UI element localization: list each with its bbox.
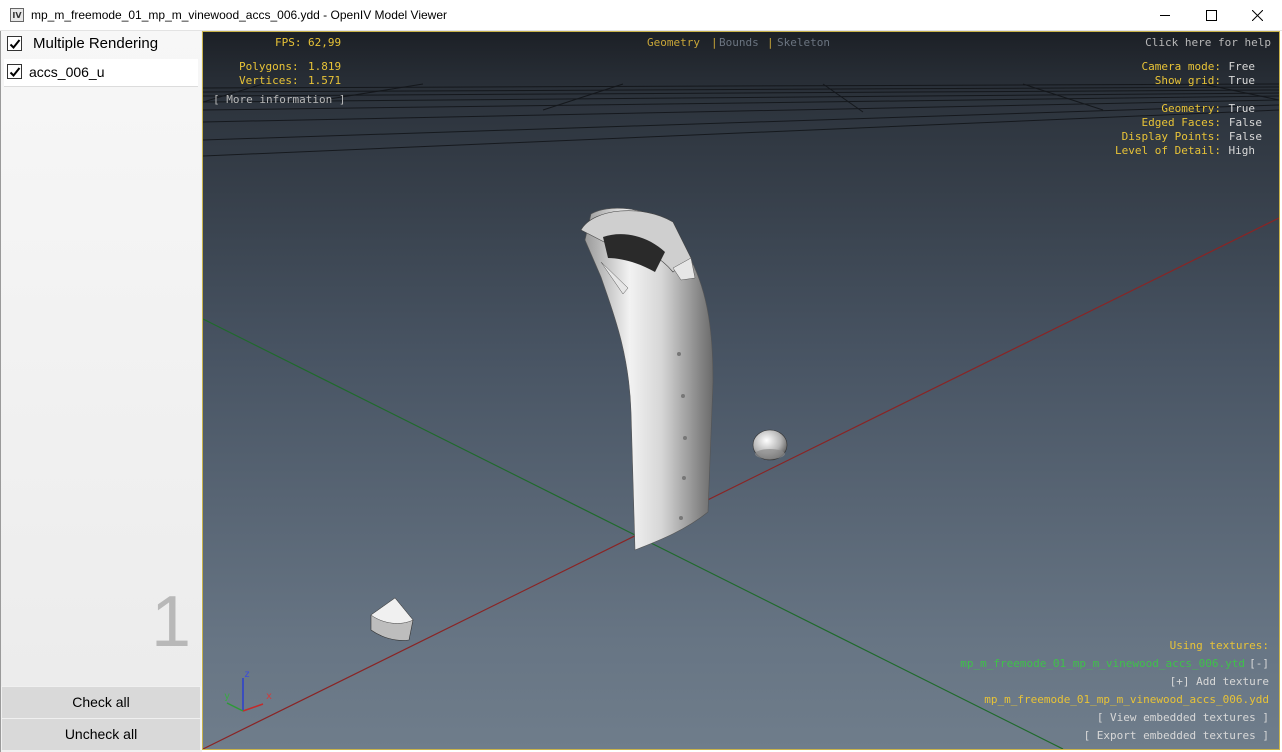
tab-separator: |	[711, 36, 718, 49]
checkmark-icon	[9, 67, 21, 77]
texture-ydd-link[interactable]: mp_m_freemode_01_mp_m_vinewood_accs_006.…	[984, 693, 1269, 706]
polygons-label: Polygons:	[239, 60, 299, 73]
scene-canvas	[203, 83, 1279, 749]
knob-model	[752, 429, 788, 461]
title-bar: IV mp_m_freemode_01_mp_m_vinewood_accs_0…	[0, 0, 1282, 31]
using-textures-label: Using textures:	[1169, 639, 1269, 652]
lod-value: High	[1228, 144, 1256, 157]
axis-y-label: y	[224, 691, 231, 702]
tab-geometry[interactable]: Geometry	[647, 36, 700, 49]
uncheck-all-button[interactable]: Uncheck all	[2, 719, 200, 750]
minimize-button[interactable]	[1142, 0, 1188, 30]
show-grid-label: Show grid:	[1154, 74, 1221, 87]
view-embedded-textures-button[interactable]: [ View embedded textures ]	[1097, 711, 1269, 724]
geometry-value: True	[1228, 102, 1256, 115]
multiple-rendering-checkbox[interactable]	[7, 36, 22, 51]
model-list-panel: Multiple Rendering accs_006_u 1 Check al…	[0, 31, 202, 752]
tab-bounds[interactable]: Bounds	[719, 36, 759, 49]
tab-skeleton[interactable]: Skeleton	[777, 36, 830, 49]
list-item[interactable]: accs_006_u	[4, 59, 198, 87]
export-embedded-textures-button[interactable]: [ Export embedded textures ]	[1084, 729, 1269, 742]
minimize-icon	[1160, 15, 1170, 16]
lod-label: Level of Detail:	[1115, 144, 1221, 157]
multiple-rendering-toggle[interactable]: Multiple Rendering	[4, 31, 198, 58]
shirt-model	[580, 207, 714, 551]
tab-separator: |	[767, 36, 774, 49]
geometry-label: Geometry:	[1161, 102, 1221, 115]
camera-mode-value: Free	[1228, 60, 1256, 73]
help-link[interactable]: Click here for help	[1145, 36, 1271, 49]
check-all-button[interactable]: Check all	[2, 687, 200, 718]
maximize-icon	[1206, 10, 1217, 21]
model-list: Multiple Rendering accs_006_u 1	[1, 31, 201, 686]
3d-viewport[interactable]: z x y FPS: 62,99 Polygons: 1.819 Vertice…	[202, 31, 1280, 750]
display-points-value: False	[1228, 130, 1262, 143]
axis-x-label: x	[266, 691, 273, 702]
axis-gizmo	[226, 678, 264, 712]
display-points-label: Display Points:	[1121, 130, 1221, 143]
camera-mode-label: Camera mode:	[1141, 60, 1221, 73]
axis-z-label: z	[244, 669, 251, 680]
edged-faces-label: Edged Faces:	[1141, 116, 1221, 129]
openiv-app-icon: IV	[10, 8, 24, 22]
model-item-label: accs_006_u	[29, 64, 105, 80]
polygons-value: 1.819	[308, 60, 342, 73]
model-checkbox[interactable]	[7, 64, 22, 79]
multiple-rendering-label: Multiple Rendering	[33, 35, 159, 52]
remove-texture-button[interactable]: [-]	[1249, 657, 1269, 670]
add-texture-button[interactable]: [+] Add texture	[1170, 675, 1269, 688]
texture-ytd-link[interactable]: mp_m_freemode_01_mp_m_vinewood_accs_006.…	[960, 657, 1245, 670]
close-button[interactable]	[1234, 0, 1280, 30]
vertices-label: Vertices:	[239, 74, 299, 87]
lens-model	[370, 597, 414, 641]
more-information-link[interactable]: [ More information ]	[213, 93, 345, 106]
fps-label: FPS:	[275, 36, 302, 49]
show-grid-value: True	[1228, 74, 1256, 87]
close-icon	[1252, 10, 1263, 21]
vertices-value: 1.571	[308, 74, 342, 87]
fps-value: 62,99	[308, 36, 342, 49]
model-count: 1	[151, 582, 192, 662]
maximize-button[interactable]	[1188, 0, 1234, 30]
edged-faces-value: False	[1228, 116, 1262, 129]
checkmark-icon	[9, 39, 21, 49]
window-title: mp_m_freemode_01_mp_m_vinewood_accs_006.…	[31, 8, 448, 22]
